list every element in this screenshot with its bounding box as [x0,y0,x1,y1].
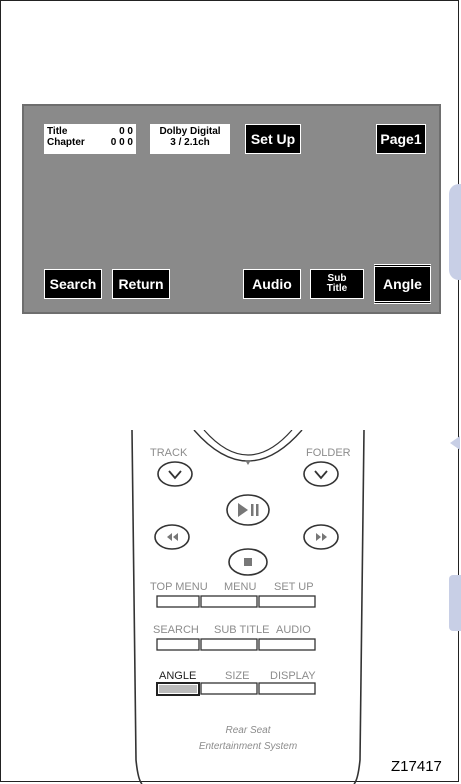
search-label: SEARCH [153,624,199,636]
track-down-button[interactable] [157,461,193,487]
audio-format: Dolby Digital [159,126,221,137]
remote-body-left-edge [131,430,143,784]
title-label: Title [47,126,68,137]
stop-icon [244,558,252,566]
audio-format-box: Dolby Digital 3 / 2.1ch [150,124,230,154]
jog-down-arrow-icon [245,460,251,465]
subtitle-label: SUB TITLE [214,624,269,636]
audio-key[interactable] [258,638,316,651]
track-label: TRACK [150,447,188,459]
angle-button[interactable]: Angle [374,264,431,304]
page-button[interactable]: Page1 [376,124,426,154]
top-menu-label: TOP MENU [150,581,208,593]
folder-label: FOLDER [306,447,351,459]
side-tab-decoration [449,184,461,280]
size-label: SIZE [225,670,249,682]
stop-button[interactable] [228,548,268,576]
jog-dial-outer [193,430,303,462]
system-name-line1: Rear Seat [225,725,271,736]
side-tab-decoration-lower [449,575,461,631]
audio-button[interactable]: Audio [243,269,301,299]
set-up-key[interactable] [258,595,316,608]
display-screen: Title 0 0 Chapter 0 0 0 Dolby Digital 3 … [22,104,441,314]
size-key[interactable] [200,682,258,695]
audio-label: AUDIO [276,624,311,636]
chapter-label: Chapter [47,137,85,148]
audio-channels: 3 / 2.1ch [170,137,210,148]
subtitle-button-line2: Title [326,283,348,294]
subtitle-button[interactable]: Sub Title [310,269,364,299]
fast-forward-button[interactable] [303,524,339,550]
return-button[interactable]: Return [112,269,170,299]
figure-code: Z17417 [391,758,442,775]
angle-label: ANGLE [159,670,196,682]
play-pause-button[interactable] [226,494,270,526]
set-up-label: SET UP [274,581,314,593]
chapter-value: 0 0 0 [110,137,133,148]
system-name-line2: Entertainment System [199,741,297,752]
top-menu-key[interactable] [156,595,200,608]
subtitle-key[interactable] [200,638,258,651]
rewind-button[interactable] [154,524,190,550]
display-label: DISPLAY [270,670,316,682]
side-arrow-icon [450,436,460,450]
menu-key[interactable] [200,595,258,608]
remote-control-drawing: TRACK FOLDER TOP MENU MENU SET UP SEARCH… [131,430,365,784]
menu-label: MENU [224,581,256,593]
setup-button[interactable]: Set Up [245,124,301,154]
remote-body-right-edge [353,430,365,784]
search-button[interactable]: Search [44,269,102,299]
remote-control: TRACK FOLDER TOP MENU MENU SET UP SEARCH… [128,430,368,784]
folder-down-button[interactable] [303,461,339,487]
display-key[interactable] [258,682,316,695]
search-key[interactable] [156,638,200,651]
title-value: 0 0 [119,126,133,137]
title-chapter-box: Title 0 0 Chapter 0 0 0 [44,124,136,154]
pause-icon [251,504,254,516]
